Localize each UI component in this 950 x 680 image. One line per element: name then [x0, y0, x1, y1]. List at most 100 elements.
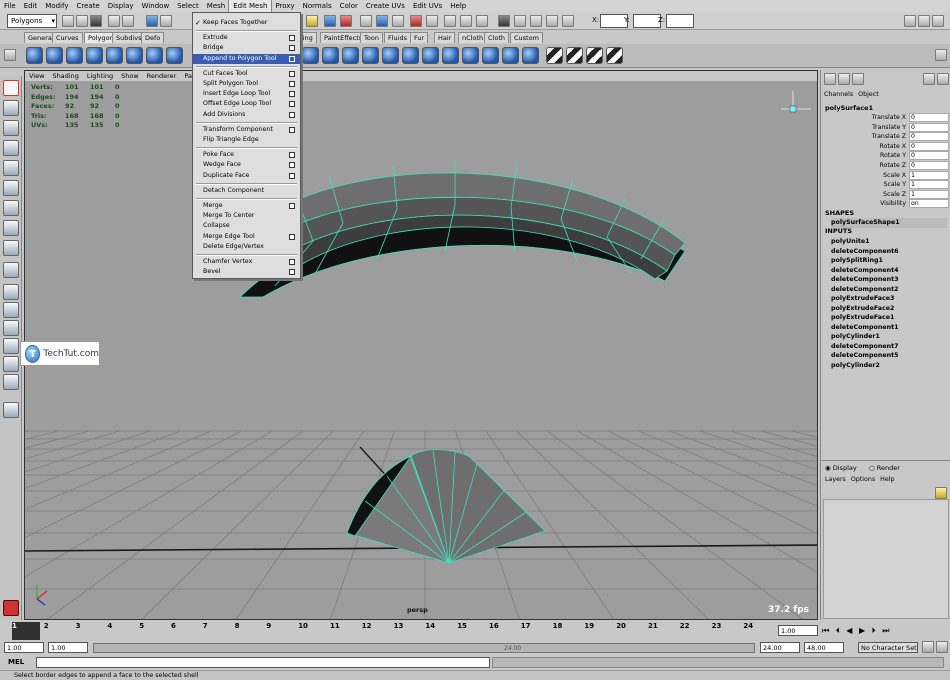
- shelf-tab-toon[interactable]: Toon: [360, 32, 383, 43]
- layout-menu-icon[interactable]: [3, 402, 19, 418]
- move-tool-icon[interactable]: [3, 140, 19, 156]
- option-box-icon[interactable]: [289, 126, 295, 133]
- channel-visibility[interactable]: Visibility on: [821, 199, 950, 209]
- menu-file[interactable]: File: [0, 0, 20, 12]
- menu-help[interactable]: Help: [446, 0, 470, 12]
- menu-item-insert-edge-loop-tool[interactable]: Insert Edge Loop Tool: [193, 89, 300, 99]
- channel-scale-z[interactable]: Scale Z1: [821, 189, 950, 200]
- input-node[interactable]: polySplitRing1: [831, 256, 883, 266]
- universal-manipulator-icon[interactable]: [3, 200, 19, 216]
- single-perspective-layout-icon[interactable]: [3, 284, 19, 300]
- render-globals-icon[interactable]: [514, 15, 526, 27]
- poly-plane-icon[interactable]: [106, 47, 123, 64]
- poly-cube-icon[interactable]: [46, 47, 63, 64]
- menu-edit-uvs[interactable]: Edit UVs: [409, 0, 446, 12]
- four-view-layout-icon[interactable]: [3, 302, 19, 318]
- input-node[interactable]: deleteComponent7: [831, 342, 898, 352]
- new-layer-icon[interactable]: [935, 487, 947, 499]
- menu-item-collapse[interactable]: Collapse: [193, 221, 300, 231]
- poly-torus-icon[interactable]: [126, 47, 143, 64]
- snap-curve-icon[interactable]: [340, 15, 352, 27]
- shelf-tab-fluids[interactable]: Fluids: [384, 32, 411, 43]
- snap-point-icon[interactable]: [360, 15, 372, 27]
- bridge-icon[interactable]: [482, 47, 499, 64]
- smooth-icon[interactable]: [402, 47, 419, 64]
- menu-item-wedge-face[interactable]: Wedge Face: [193, 160, 300, 170]
- automatic-mapping-icon[interactable]: [606, 47, 623, 64]
- menu-item-merge-edge-tool[interactable]: Merge Edge Tool: [193, 232, 300, 242]
- range-end-field[interactable]: 24.00: [760, 642, 800, 653]
- menu-item-delete-edge-vertex[interactable]: Delete Edge/Vertex: [193, 242, 300, 252]
- playback-controls[interactable]: ⏮ ⏴ ◀ ▶ ⏵ ⏭: [822, 626, 891, 636]
- channel-translate-z[interactable]: Translate Z0: [821, 132, 950, 142]
- select-hierarchy-icon[interactable]: [108, 15, 120, 27]
- menu-item-detach-component[interactable]: Detach Component: [193, 186, 300, 196]
- menu-create[interactable]: Create: [72, 0, 103, 12]
- object-name[interactable]: polySurface1: [825, 104, 873, 112]
- save-scene-icon[interactable]: [90, 15, 102, 27]
- construction-history-icon[interactable]: [460, 15, 472, 27]
- snap-grid-icon[interactable]: [324, 15, 336, 27]
- channel-rotate-x[interactable]: Rotate X0: [821, 141, 950, 152]
- shelf-tab-cloth[interactable]: Cloth: [484, 32, 509, 43]
- planar-mapping-icon[interactable]: [546, 47, 563, 64]
- option-box-icon[interactable]: [289, 101, 295, 108]
- combine-icon[interactable]: [302, 47, 319, 64]
- select-tool-icon[interactable]: [3, 80, 19, 96]
- menu-create-uvs[interactable]: Create UVs: [362, 0, 409, 12]
- layer-editor-icon[interactable]: [838, 73, 850, 85]
- menu-item-add-divisions[interactable]: Add Divisions: [193, 110, 300, 120]
- outliner-layout-icon[interactable]: [3, 320, 19, 336]
- input-node[interactable]: deleteComponent2: [831, 285, 898, 295]
- poly-prism-icon[interactable]: [146, 47, 163, 64]
- render-current-icon[interactable]: [476, 15, 488, 27]
- pick-mask-icon[interactable]: [160, 15, 172, 27]
- channel-value-field[interactable]: 0: [909, 141, 949, 151]
- render-view-icon[interactable]: [562, 15, 574, 27]
- make-live-icon[interactable]: [392, 15, 404, 27]
- menu-window[interactable]: Window: [138, 0, 174, 12]
- help-icon[interactable]: [923, 73, 935, 85]
- help-menu[interactable]: Help: [880, 476, 894, 483]
- channel-rotate-y[interactable]: Rotate Y0: [821, 151, 950, 161]
- input-node[interactable]: polyCylinder1: [831, 332, 880, 342]
- option-box-icon[interactable]: [289, 55, 295, 62]
- channel-value-field[interactable]: 0: [909, 151, 949, 161]
- channel-value-field[interactable]: 1: [909, 189, 949, 199]
- channel-value-field[interactable]: 0: [909, 161, 949, 170]
- last-tool-icon[interactable]: [3, 262, 19, 278]
- menu-item-append-to-polygon-tool[interactable]: Append to Polygon Tool: [193, 53, 300, 64]
- options-menu[interactable]: Options: [851, 476, 875, 483]
- input-node[interactable]: polyExtrudeFace3: [831, 294, 894, 304]
- option-box-icon[interactable]: [289, 162, 295, 169]
- menu-item-chamfer-vertex[interactable]: Chamfer Vertex: [193, 257, 300, 267]
- spherical-mapping-icon[interactable]: [586, 47, 603, 64]
- hypershade-icon[interactable]: [546, 15, 558, 27]
- time-slider[interactable]: 1 2 3 4 5 6 7 8 9 10 11 12 13 14 15 16 17 18 19 20 21 22 23 24 …: [0, 622, 950, 640]
- channel-box-icon[interactable]: [824, 73, 836, 85]
- channel-value-field[interactable]: 0: [909, 122, 949, 132]
- option-box-icon[interactable]: [289, 269, 295, 276]
- input-node[interactable]: deleteComponent3: [831, 275, 898, 285]
- anim-end-field[interactable]: 48.00: [804, 642, 844, 653]
- render-view-layout-icon[interactable]: [3, 374, 19, 390]
- lasso-tool-icon[interactable]: [3, 100, 19, 116]
- channel-translate-x[interactable]: Translate X0: [821, 113, 950, 123]
- input-node[interactable]: polyUnite1: [831, 237, 870, 247]
- option-box-icon[interactable]: [289, 259, 295, 265]
- menu-item-bridge[interactable]: Bridge: [193, 43, 300, 53]
- anim-start-field[interactable]: 1.00: [4, 642, 44, 653]
- option-box-icon[interactable]: [289, 203, 295, 209]
- shelf-tab-custom[interactable]: Custom: [510, 32, 543, 43]
- ipr-render-icon[interactable]: [498, 15, 510, 27]
- preferences-icon[interactable]: [936, 641, 948, 653]
- menu-select[interactable]: Select: [173, 0, 203, 12]
- shelf-tab-fur[interactable]: Fur: [410, 32, 429, 43]
- auto-key-icon[interactable]: [922, 641, 934, 653]
- render-settings-icon[interactable]: [530, 15, 542, 27]
- history-icon[interactable]: [410, 15, 422, 27]
- new-scene-icon[interactable]: [62, 15, 74, 27]
- extrude-icon[interactable]: [462, 47, 479, 64]
- option-box-icon[interactable]: [289, 81, 295, 87]
- menu-item-extrude[interactable]: Extrude: [193, 33, 300, 43]
